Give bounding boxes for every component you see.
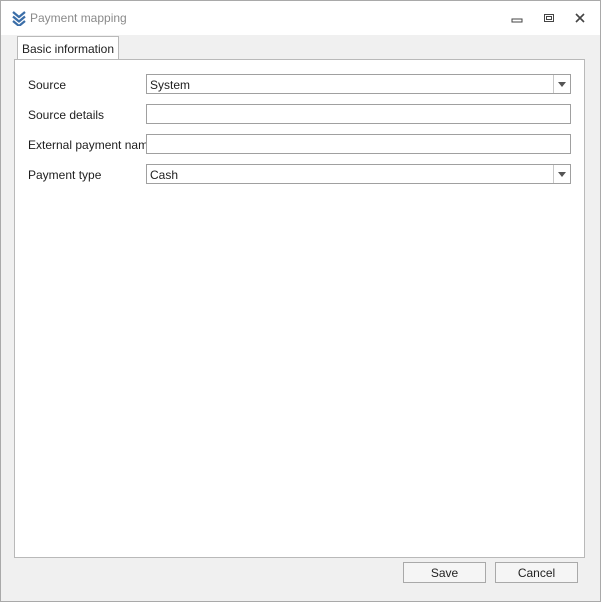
save-button[interactable]: Save xyxy=(403,562,486,583)
close-icon[interactable] xyxy=(570,9,590,27)
source-details-label: Source details xyxy=(28,108,105,122)
payment-type-dropdown[interactable]: Cash xyxy=(146,164,571,184)
dropdown-arrow-icon[interactable] xyxy=(553,75,570,93)
title-bar[interactable]: Payment mapping xyxy=(1,1,600,35)
source-details-field[interactable] xyxy=(146,104,571,124)
cancel-button[interactable]: Cancel xyxy=(495,562,578,583)
tab-panel: Source System Source details External pa… xyxy=(14,59,585,558)
window-title: Payment mapping xyxy=(30,11,127,25)
payment-type-value: Cash xyxy=(150,168,179,182)
source-dropdown[interactable]: System xyxy=(146,74,571,94)
minimize-icon[interactable] xyxy=(507,9,527,27)
payment-type-label: Payment type xyxy=(28,168,102,182)
external-payment-name-label: External payment name xyxy=(28,138,155,152)
tab-basic-information[interactable]: Basic information xyxy=(17,36,119,60)
chevrons-down-icon xyxy=(11,10,27,28)
dropdown-arrow-icon[interactable] xyxy=(553,165,570,183)
restore-icon[interactable] xyxy=(539,9,559,27)
payment-mapping-window: Payment mapping Basic information Source… xyxy=(0,0,601,602)
external-payment-name-field[interactable] xyxy=(146,134,571,154)
source-label: Source xyxy=(28,78,67,92)
source-value: System xyxy=(150,78,191,92)
